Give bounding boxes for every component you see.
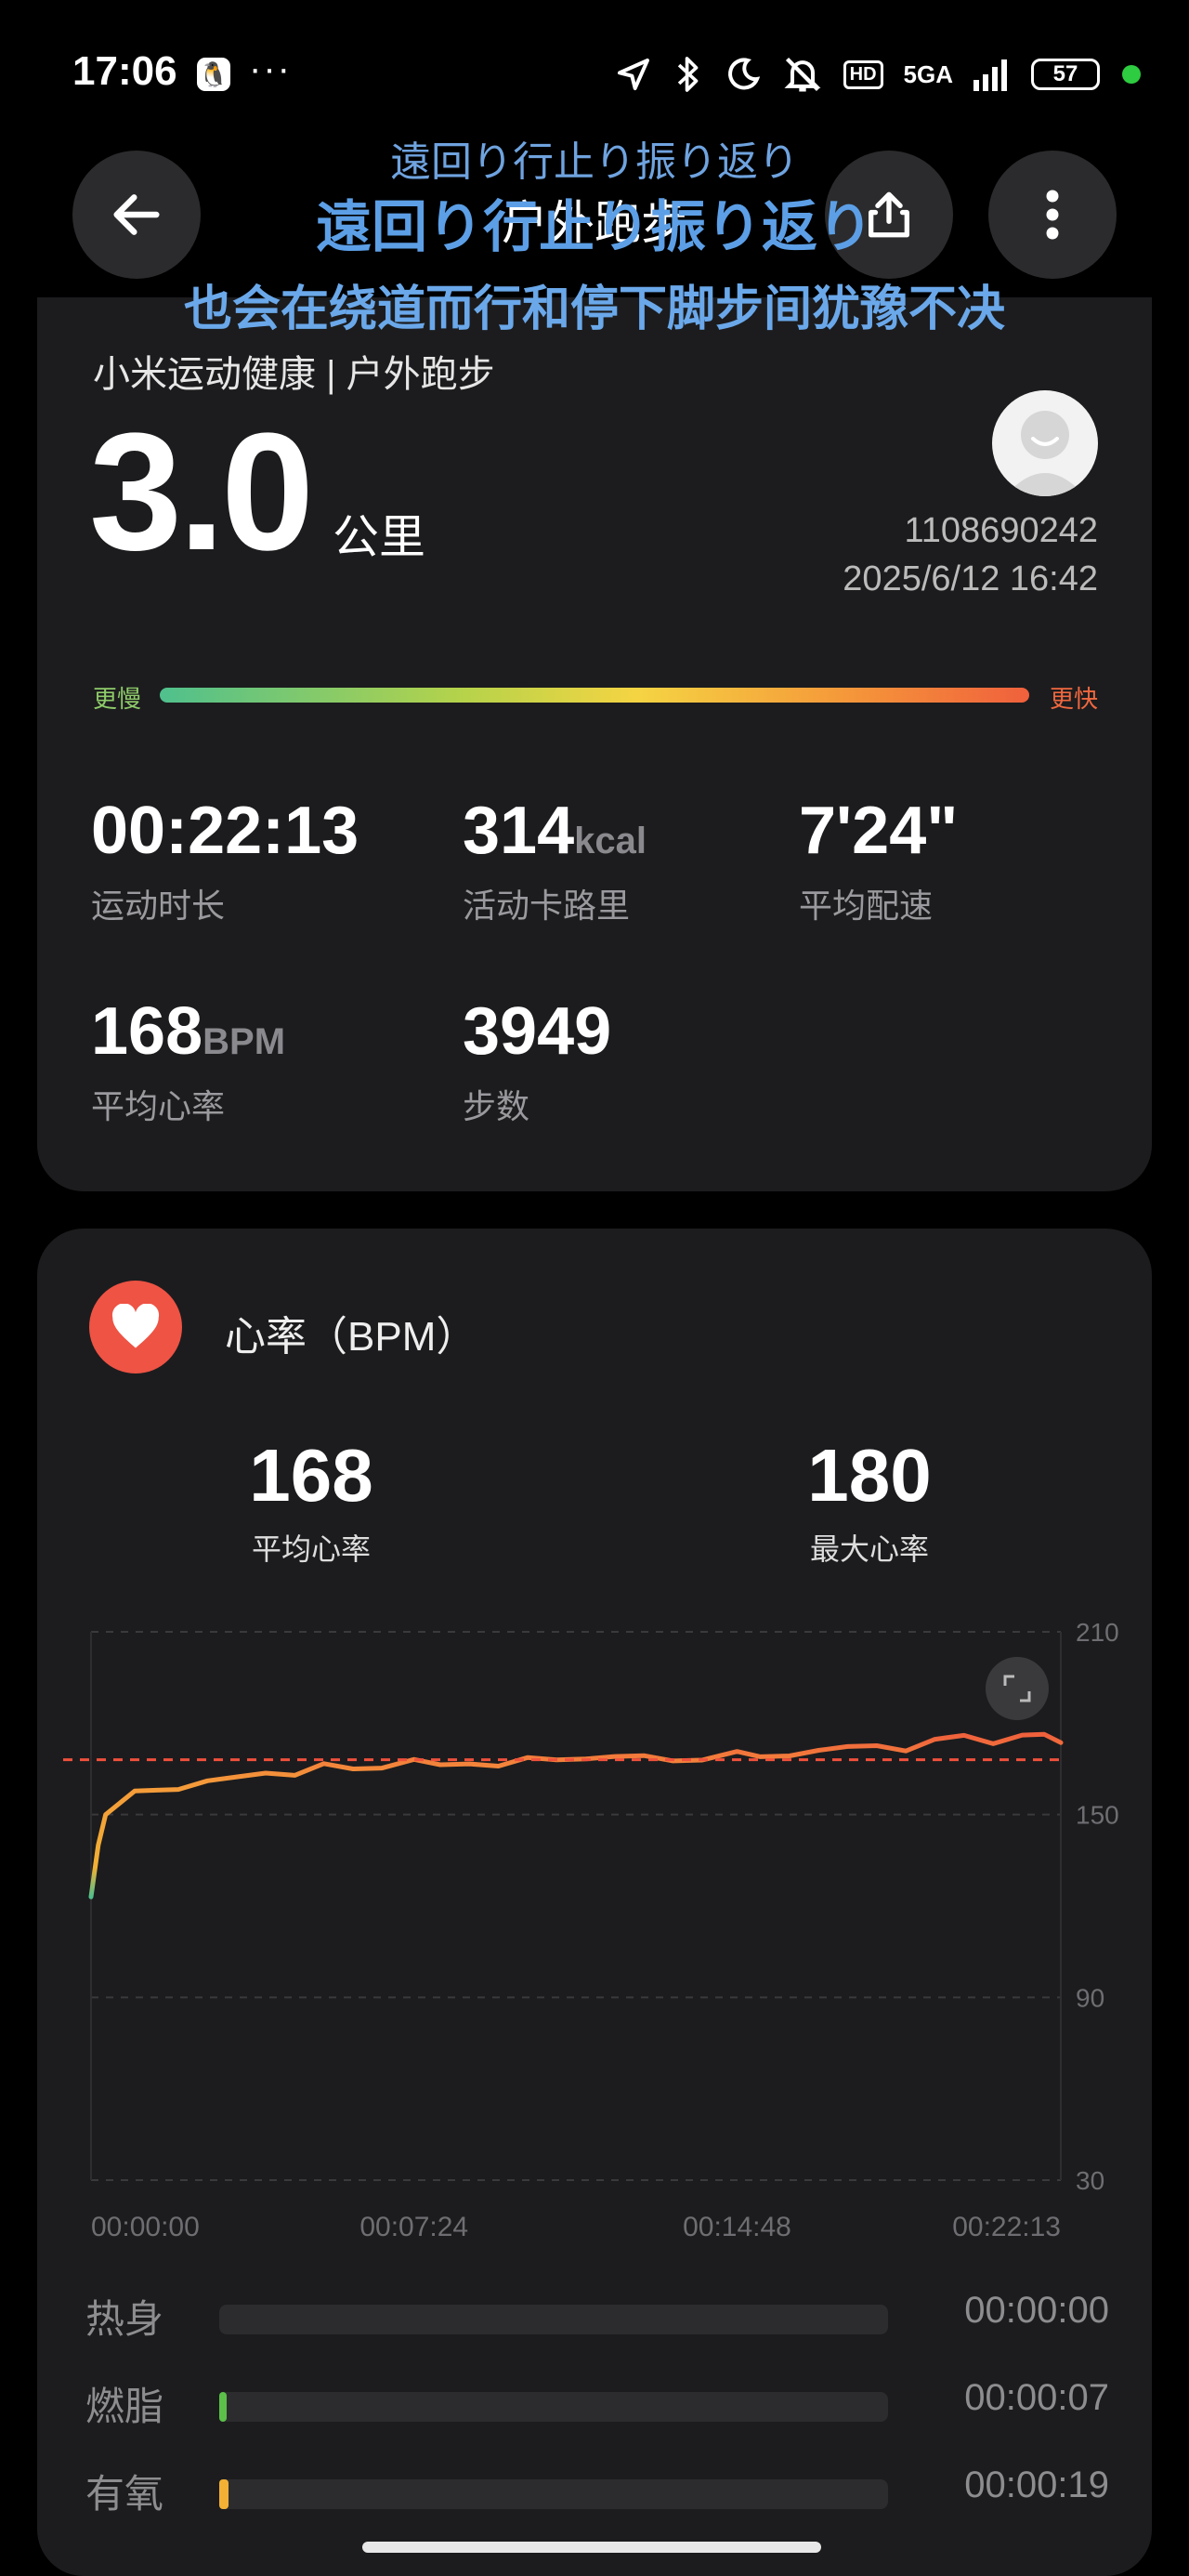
zone-label: 有氧 [85,2472,164,2516]
zone-label: 燃脂 [85,2385,164,2428]
zone-row-aerobic: 有氧 00:00:19 [37,2463,1152,2518]
zone-track [219,2305,888,2334]
hd-badge: HD [843,59,883,89]
workout-source: 小米运动健康 | 户外跑步 [93,354,495,395]
zone-label: 热身 [85,2297,164,2341]
distance-value: 3.0 [89,399,314,585]
zone-row-warmup: 热身 00:00:00 [37,2288,1152,2344]
heart-rate-card[interactable]: 心率（BPM） 168 平均心率 180 最大心率 30 90 150 210 00:… [37,1229,1152,2576]
distance-unit: 公里 [333,511,425,563]
battery-indicator: 57 [1031,59,1100,90]
home-indicator[interactable] [362,2542,821,2553]
x-tick-label: 00:07:24 [359,2212,468,2242]
stat-label: 活动卡路里 [463,887,631,925]
zone-track [219,2479,888,2509]
status-bar: 17:06 🐧 ··· HD 5GA 57 [0,0,1189,139]
stat-steps: 3949 步数 [463,998,611,1128]
stat-avg-heart-rate: 168BPM 平均心率 [91,998,285,1128]
x-tick-label: 00:14:48 [683,2212,791,2242]
stat-calories: 314kcal 活动卡路里 [463,797,647,927]
workout-datetime: 2025/6/12 16:42 [843,559,1098,598]
qq-notification-icon: 🐧 [197,58,230,91]
more-notifications-icon: ··· [249,48,292,89]
zone-fill [219,2479,229,2509]
zone-time: 00:00:07 [964,2377,1109,2418]
network-label: 5GA [903,59,953,88]
stat-unit: kcal [574,821,647,861]
moon-icon [727,58,760,90]
heart-rate-chart: 30 90 150 210 00:00:00 00:07:24 00:14:48 00:22… [63,1618,1119,2242]
x-tick-label: 00:22:13 [952,2212,1061,2242]
y-tick-label: 30 [1076,2166,1104,2195]
x-tick-label: 00:00:00 [91,2212,200,2242]
stat-label: 运动时长 [91,887,226,925]
y-tick-label: 150 [1076,1801,1119,1830]
stat-value: 7'24" [799,794,959,868]
zone-time: 00:00:00 [964,2290,1109,2331]
y-tick-label: 210 [1076,1618,1119,1647]
zone-fill [219,2392,227,2422]
user-id: 1108690242 [904,511,1098,550]
status-icons: HD 5GA 57 [615,52,1100,97]
workout-summary-card: 小米运动健康 | 户外跑步 3.0 公里 1108690242 2025/6/1… [37,297,1152,1191]
stat-value: 168 [91,994,203,1069]
lyric-line-1: 遠回り行止り振り返り [390,139,799,185]
stat-duration: 00:22:13 运动时长 [91,797,359,927]
mute-icon [784,57,821,92]
avatar[interactable] [992,390,1098,496]
expand-chart-button[interactable] [986,1657,1049,1720]
y-tick-label: 90 [1076,1983,1104,2012]
stat-unit: BPM [203,1021,286,1062]
zone-time: 00:00:19 [964,2464,1109,2505]
stat-label: 平均配速 [799,887,934,925]
bluetooth-icon [677,57,698,92]
pace-slow-label: 更慢 [93,685,142,713]
lyric-line-2: 遠回り行止り振り返り [316,196,873,258]
location-icon [617,59,649,90]
stat-value: 00:22:13 [91,794,359,868]
status-time: 17:06 [72,48,177,94]
stat-value: 314 [463,794,575,868]
zone-track [219,2392,888,2422]
pace-gradient-bar [160,688,1029,703]
pace-fast-label: 更快 [1049,685,1098,713]
zone-row-fat-burn: 燃脂 00:00:07 [37,2375,1152,2431]
user-avatar-icon [1005,411,1085,496]
stat-pace: 7'24" 平均配速 [799,797,958,927]
signal-icon [973,59,1007,91]
lyric-line-3: 也会在绕道而行和停下脚步间犹豫不决 [183,283,1005,336]
stat-value: 3949 [463,994,612,1069]
stat-label: 步数 [463,1087,530,1125]
stat-label: 平均心率 [91,1087,226,1125]
privacy-dot [1122,65,1141,84]
